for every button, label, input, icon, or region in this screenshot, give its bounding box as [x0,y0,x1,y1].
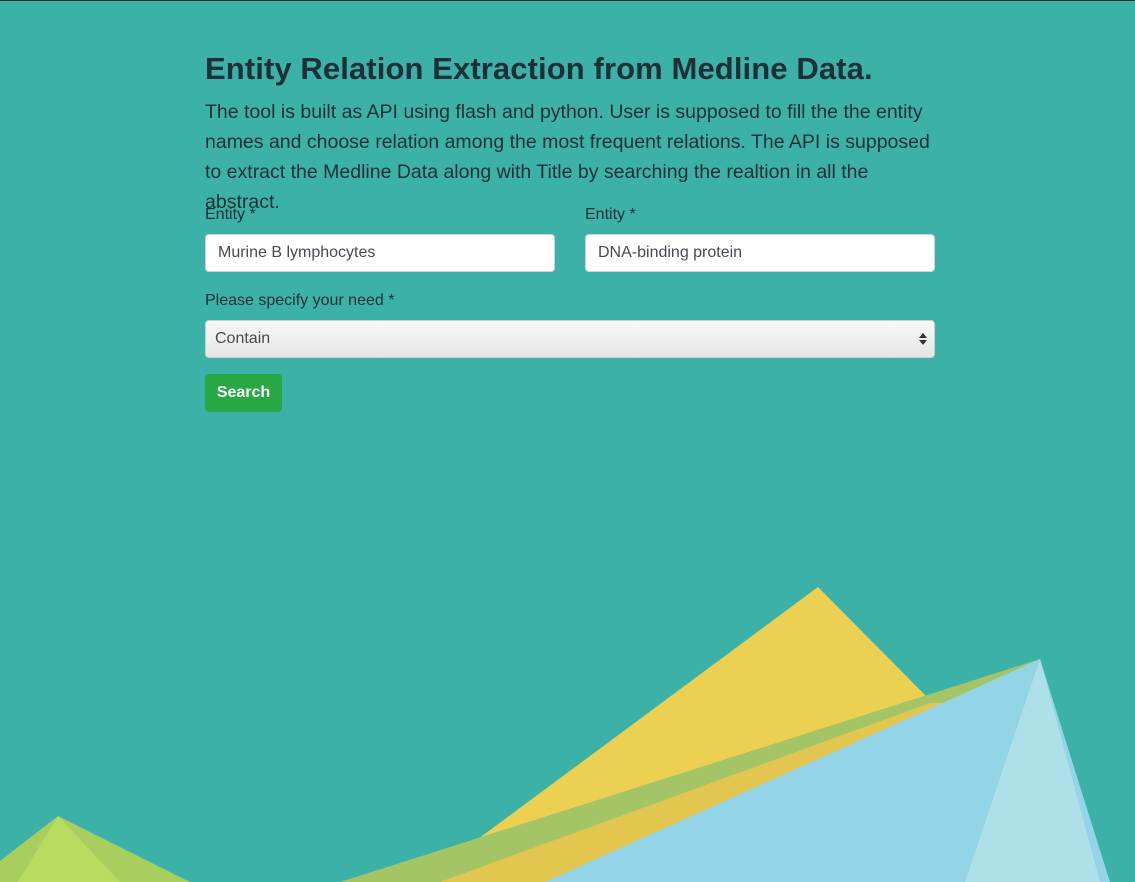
search-button[interactable]: Search [205,374,282,412]
select-updown-arrows-icon [919,333,927,345]
page-title: Entity Relation Extraction from Medline … [205,51,873,86]
entity1-label: Entity * [205,206,256,223]
relation-selected-value: Contain [215,330,271,347]
entity2-label: Entity * [585,206,636,223]
relation-label: Please specify your need * [205,292,395,309]
entity2-input[interactable] [585,234,935,272]
relation-select[interactable]: Contain [205,320,935,358]
entity1-input[interactable] [205,234,555,272]
page-description: The tool is built as API using flash and… [205,101,930,213]
